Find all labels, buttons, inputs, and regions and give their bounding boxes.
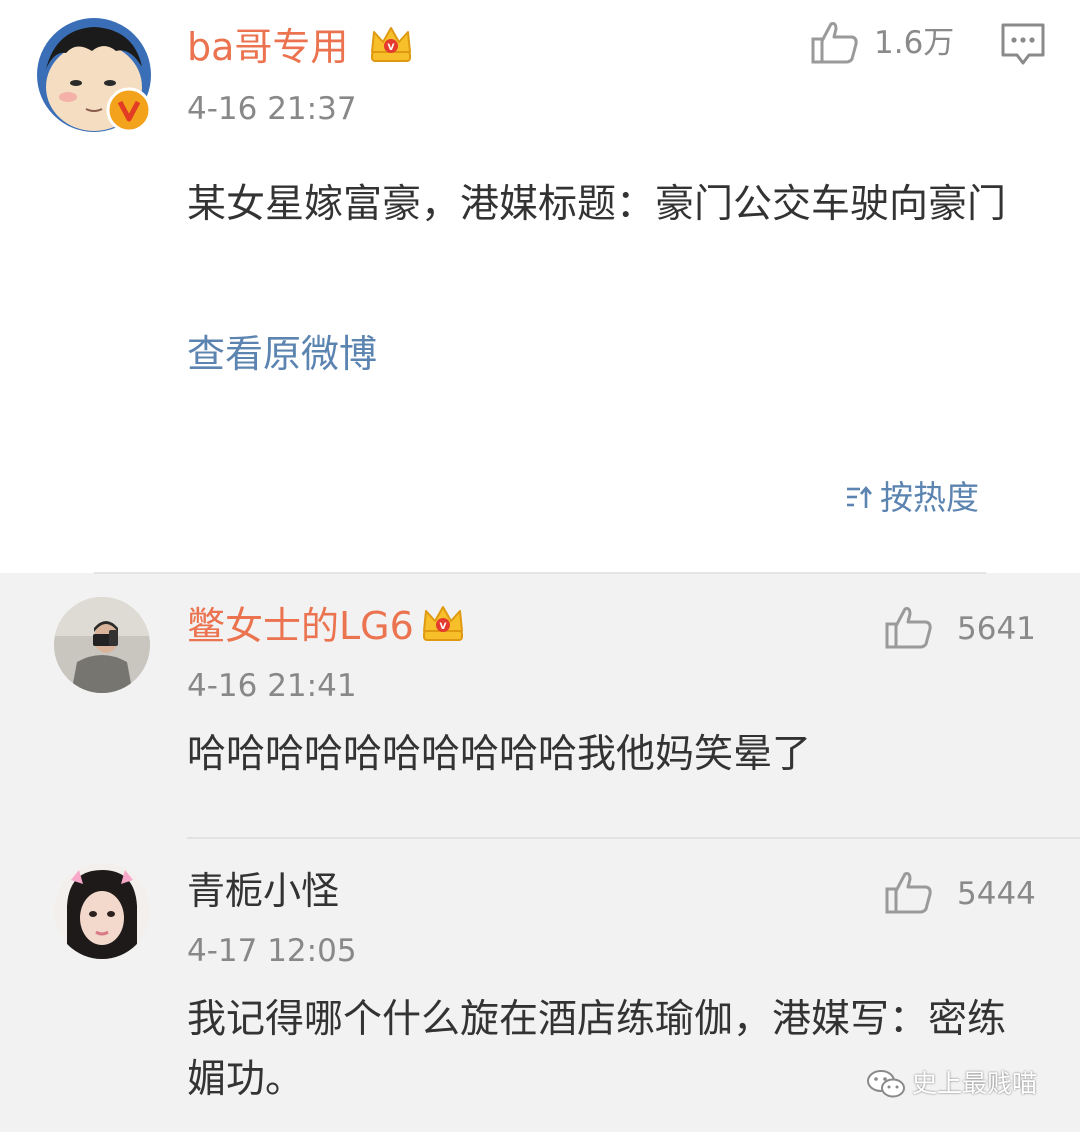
comment-username[interactable]: 青栀小怪 (187, 868, 339, 914)
watermark: 史上最贱喵 (866, 1066, 1056, 1102)
original-post-text: 某女星嫁富豪，港媒标题：豪门公交车驶向豪门 (187, 182, 1007, 227)
thumbs-up-icon[interactable] (884, 605, 934, 651)
view-original-link[interactable]: 查看原微博 (187, 331, 377, 377)
comment-time: 4-16 21:41 (187, 668, 357, 704)
comment-like-count: 5444 (957, 876, 1036, 912)
verified-v-icon (106, 87, 152, 133)
comment-avatar[interactable] (53, 862, 151, 960)
crown-badge-icon: V (368, 22, 414, 68)
svg-text:V: V (388, 43, 395, 53)
thumbs-up-icon[interactable] (810, 20, 860, 66)
wechat-icon (866, 1068, 906, 1100)
comment-icon[interactable] (1000, 22, 1046, 66)
crown-badge-icon: V (420, 601, 466, 647)
divider (94, 572, 986, 574)
original-post-username[interactable]: ba哥专用 (187, 24, 348, 70)
comment-like-count: 5641 (957, 611, 1036, 647)
svg-text:V: V (440, 622, 447, 632)
divider (187, 837, 1080, 839)
comment-time: 4-17 12:05 (187, 933, 357, 969)
thumbs-up-icon[interactable] (884, 870, 934, 916)
watermark-text: 史上最贱喵 (912, 1069, 1038, 1098)
original-post-time: 4-16 21:37 (187, 91, 357, 127)
comment-text: 哈哈哈哈哈哈哈哈哈哈我他妈笑晕了 (187, 732, 812, 777)
sort-icon (846, 484, 872, 512)
comment-username[interactable]: 鳖女士的LG6 (187, 603, 414, 649)
original-post-like-count: 1.6万 (874, 25, 955, 61)
sort-label: 按热度 (880, 478, 979, 517)
sort-button[interactable]: 按热度 (846, 478, 991, 518)
comment-avatar[interactable] (53, 596, 151, 694)
